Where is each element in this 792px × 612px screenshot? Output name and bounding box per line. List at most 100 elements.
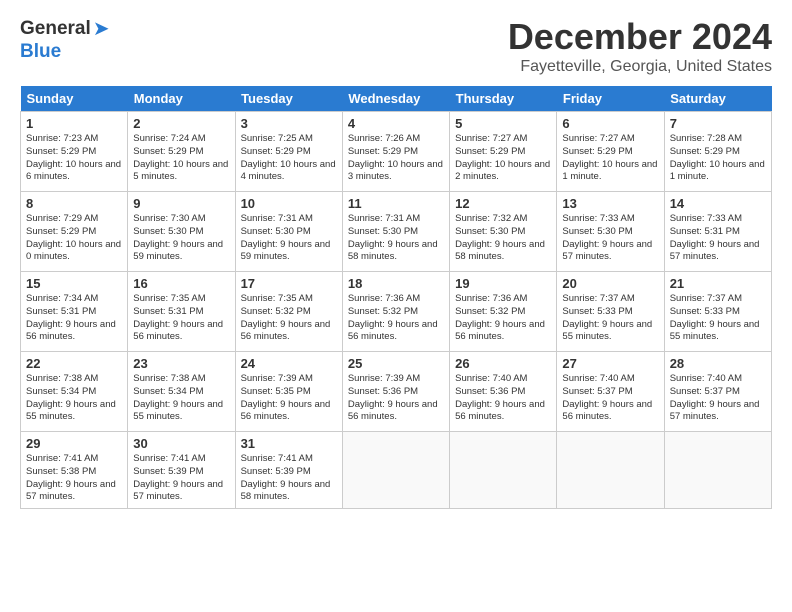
cell-info: Sunrise: 7:33 AM Sunset: 5:31 PM Dayligh… xyxy=(670,213,766,264)
header-friday: Friday xyxy=(557,86,664,112)
header-wednesday: Wednesday xyxy=(342,86,449,112)
cell-info: Sunrise: 7:41 AM Sunset: 5:38 PM Dayligh… xyxy=(26,453,122,504)
calendar-cell: 16 Sunrise: 7:35 AM Sunset: 5:31 PM Dayli… xyxy=(128,272,235,352)
calendar-page: General ➤ Blue December 2024 Fayettevill… xyxy=(0,0,792,519)
calendar-cell: 6 Sunrise: 7:27 AM Sunset: 5:29 PM Daylig… xyxy=(557,112,664,192)
day-number: 26 xyxy=(455,356,551,371)
day-number: 30 xyxy=(133,436,229,451)
day-number: 17 xyxy=(241,276,337,291)
cell-info: Sunrise: 7:35 AM Sunset: 5:31 PM Dayligh… xyxy=(133,293,229,344)
calendar-table: SundayMondayTuesdayWednesdayThursdayFrid… xyxy=(20,86,772,509)
day-number: 19 xyxy=(455,276,551,291)
calendar-cell: 17 Sunrise: 7:35 AM Sunset: 5:32 PM Dayli… xyxy=(235,272,342,352)
week-row-2: 8 Sunrise: 7:29 AM Sunset: 5:29 PM Daylig… xyxy=(21,192,772,272)
cell-info: Sunrise: 7:30 AM Sunset: 5:30 PM Dayligh… xyxy=(133,213,229,264)
calendar-cell: 10 Sunrise: 7:31 AM Sunset: 5:30 PM Dayli… xyxy=(235,192,342,272)
day-number: 2 xyxy=(133,116,229,131)
calendar-cell: 12 Sunrise: 7:32 AM Sunset: 5:30 PM Dayli… xyxy=(450,192,557,272)
cell-info: Sunrise: 7:39 AM Sunset: 5:36 PM Dayligh… xyxy=(348,373,444,424)
day-number: 11 xyxy=(348,196,444,211)
week-row-5: 29 Sunrise: 7:41 AM Sunset: 5:38 PM Dayli… xyxy=(21,432,772,509)
calendar-cell: 29 Sunrise: 7:41 AM Sunset: 5:38 PM Dayli… xyxy=(21,432,128,509)
header-tuesday: Tuesday xyxy=(235,86,342,112)
calendar-cell: 21 Sunrise: 7:37 AM Sunset: 5:33 PM Dayli… xyxy=(664,272,771,352)
calendar-cell: 14 Sunrise: 7:33 AM Sunset: 5:31 PM Dayli… xyxy=(664,192,771,272)
location-title: Fayetteville, Georgia, United States xyxy=(508,58,772,76)
day-number: 10 xyxy=(241,196,337,211)
cell-info: Sunrise: 7:32 AM Sunset: 5:30 PM Dayligh… xyxy=(455,213,551,264)
cell-info: Sunrise: 7:28 AM Sunset: 5:29 PM Dayligh… xyxy=(670,133,766,184)
day-number: 21 xyxy=(670,276,766,291)
calendar-cell: 26Sunrise: 7:40 AM Sunset: 5:36 PM Dayli… xyxy=(450,352,557,432)
cell-info: Sunrise: 7:40 AM Sunset: 5:37 PM Dayligh… xyxy=(562,373,658,424)
calendar-cell: 2Sunrise: 7:24 AM Sunset: 5:29 PM Daylig… xyxy=(128,112,235,192)
day-number: 6 xyxy=(562,116,658,131)
cell-info: Sunrise: 7:38 AM Sunset: 5:34 PM Dayligh… xyxy=(26,373,122,424)
calendar-cell: 9 Sunrise: 7:30 AM Sunset: 5:30 PM Daylig… xyxy=(128,192,235,272)
day-number: 15 xyxy=(26,276,122,291)
cell-info: Sunrise: 7:37 AM Sunset: 5:33 PM Dayligh… xyxy=(562,293,658,344)
cell-info: Sunrise: 7:31 AM Sunset: 5:30 PM Dayligh… xyxy=(348,213,444,264)
day-number: 8 xyxy=(26,196,122,211)
calendar-cell: 13Sunrise: 7:33 AM Sunset: 5:30 PM Dayli… xyxy=(557,192,664,272)
day-number: 9 xyxy=(133,196,229,211)
week-row-4: 22Sunrise: 7:38 AM Sunset: 5:34 PM Dayli… xyxy=(21,352,772,432)
logo-bird-icon: ➤ xyxy=(93,16,110,41)
day-number: 4 xyxy=(348,116,444,131)
logo: General ➤ Blue xyxy=(20,16,110,63)
calendar-cell: 23Sunrise: 7:38 AM Sunset: 5:34 PM Dayli… xyxy=(128,352,235,432)
cell-info: Sunrise: 7:41 AM Sunset: 5:39 PM Dayligh… xyxy=(241,453,337,504)
calendar-cell xyxy=(342,432,449,509)
calendar-cell: 25Sunrise: 7:39 AM Sunset: 5:36 PM Dayli… xyxy=(342,352,449,432)
cell-info: Sunrise: 7:39 AM Sunset: 5:35 PM Dayligh… xyxy=(241,373,337,424)
cell-info: Sunrise: 7:27 AM Sunset: 5:29 PM Dayligh… xyxy=(562,133,658,184)
calendar-cell: 31 Sunrise: 7:41 AM Sunset: 5:39 PM Dayli… xyxy=(235,432,342,509)
header-saturday: Saturday xyxy=(664,86,771,112)
cell-info: Sunrise: 7:29 AM Sunset: 5:29 PM Dayligh… xyxy=(26,213,122,264)
logo-general: General xyxy=(20,18,91,40)
cell-info: Sunrise: 7:23 AM Sunset: 5:29 PM Dayligh… xyxy=(26,133,122,184)
day-number: 16 xyxy=(133,276,229,291)
day-number: 14 xyxy=(670,196,766,211)
day-number: 3 xyxy=(241,116,337,131)
day-number: 29 xyxy=(26,436,122,451)
cell-info: Sunrise: 7:26 AM Sunset: 5:29 PM Dayligh… xyxy=(348,133,444,184)
calendar-cell xyxy=(450,432,557,509)
cell-info: Sunrise: 7:25 AM Sunset: 5:29 PM Dayligh… xyxy=(241,133,337,184)
cell-info: Sunrise: 7:31 AM Sunset: 5:30 PM Dayligh… xyxy=(241,213,337,264)
month-title: December 2024 xyxy=(508,16,772,58)
calendar-header-row: SundayMondayTuesdayWednesdayThursdayFrid… xyxy=(21,86,772,112)
day-number: 24 xyxy=(241,356,337,371)
day-number: 12 xyxy=(455,196,551,211)
cell-info: Sunrise: 7:38 AM Sunset: 5:34 PM Dayligh… xyxy=(133,373,229,424)
day-number: 31 xyxy=(241,436,337,451)
calendar-cell: 20 Sunrise: 7:37 AM Sunset: 5:33 PM Dayli… xyxy=(557,272,664,352)
day-number: 27 xyxy=(562,356,658,371)
header-thursday: Thursday xyxy=(450,86,557,112)
calendar-cell: 18Sunrise: 7:36 AM Sunset: 5:32 PM Dayli… xyxy=(342,272,449,352)
calendar-cell xyxy=(664,432,771,509)
title-section: December 2024 Fayetteville, Georgia, Uni… xyxy=(508,16,772,76)
cell-info: Sunrise: 7:35 AM Sunset: 5:32 PM Dayligh… xyxy=(241,293,337,344)
cell-info: Sunrise: 7:40 AM Sunset: 5:37 PM Dayligh… xyxy=(670,373,766,424)
calendar-cell: 19 Sunrise: 7:36 AM Sunset: 5:32 PM Dayli… xyxy=(450,272,557,352)
calendar-cell: 28 Sunrise: 7:40 AM Sunset: 5:37 PM Dayli… xyxy=(664,352,771,432)
calendar-cell: 30Sunrise: 7:41 AM Sunset: 5:39 PM Dayli… xyxy=(128,432,235,509)
cell-info: Sunrise: 7:34 AM Sunset: 5:31 PM Dayligh… xyxy=(26,293,122,344)
cell-info: Sunrise: 7:36 AM Sunset: 5:32 PM Dayligh… xyxy=(455,293,551,344)
cell-info: Sunrise: 7:37 AM Sunset: 5:33 PM Dayligh… xyxy=(670,293,766,344)
day-number: 7 xyxy=(670,116,766,131)
calendar-cell: 8 Sunrise: 7:29 AM Sunset: 5:29 PM Daylig… xyxy=(21,192,128,272)
calendar-cell: 22Sunrise: 7:38 AM Sunset: 5:34 PM Dayli… xyxy=(21,352,128,432)
calendar-cell: 4 Sunrise: 7:26 AM Sunset: 5:29 PM Daylig… xyxy=(342,112,449,192)
day-number: 28 xyxy=(670,356,766,371)
day-number: 20 xyxy=(562,276,658,291)
calendar-cell: 3 Sunrise: 7:25 AM Sunset: 5:29 PM Daylig… xyxy=(235,112,342,192)
cell-info: Sunrise: 7:27 AM Sunset: 5:29 PM Dayligh… xyxy=(455,133,551,184)
calendar-cell: 27 Sunrise: 7:40 AM Sunset: 5:37 PM Dayli… xyxy=(557,352,664,432)
cell-info: Sunrise: 7:36 AM Sunset: 5:32 PM Dayligh… xyxy=(348,293,444,344)
week-row-1: 1Sunrise: 7:23 AM Sunset: 5:29 PM Daylig… xyxy=(21,112,772,192)
calendar-cell: 5 Sunrise: 7:27 AM Sunset: 5:29 PM Daylig… xyxy=(450,112,557,192)
day-number: 5 xyxy=(455,116,551,131)
calendar-cell: 24 Sunrise: 7:39 AM Sunset: 5:35 PM Dayli… xyxy=(235,352,342,432)
